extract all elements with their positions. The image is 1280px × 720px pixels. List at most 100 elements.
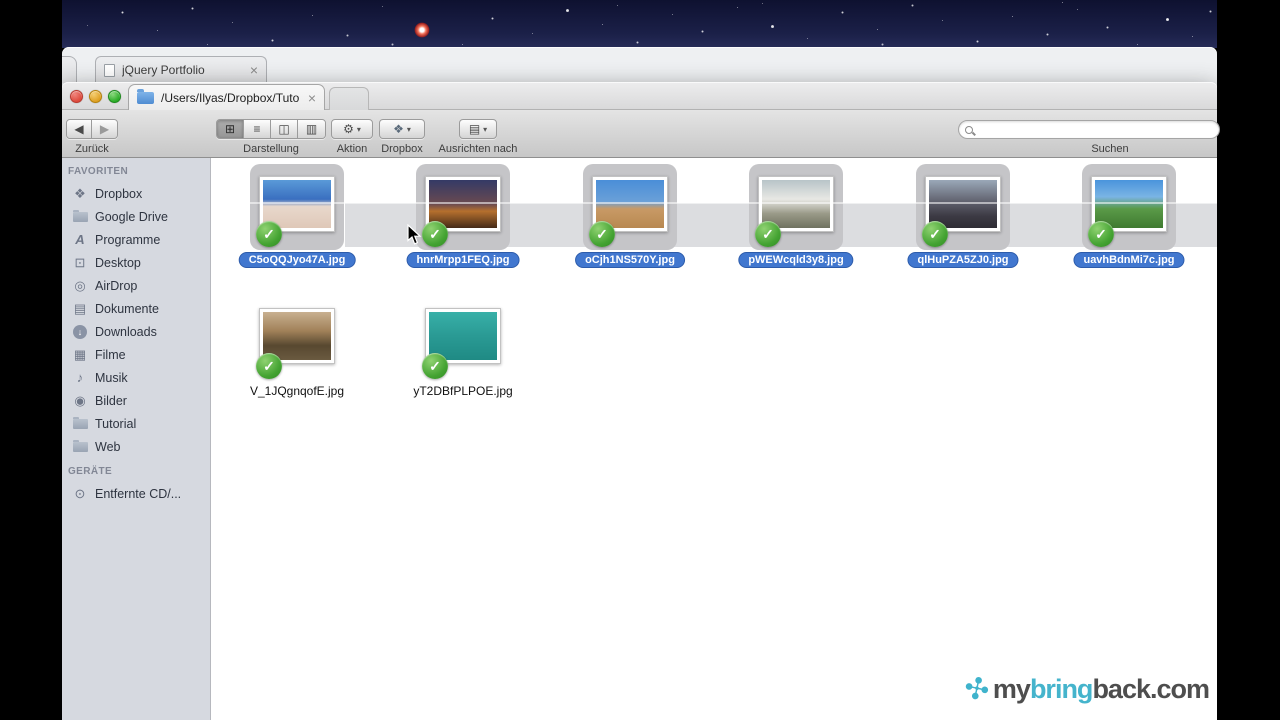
pictures-icon: ◉: [74, 393, 86, 408]
dropbox-button[interactable]: ❖ ▾: [379, 119, 425, 139]
column-view-button[interactable]: ◫: [271, 120, 298, 138]
file-item[interactable]: ✓ yT2DBfPLPOE.jpg: [413, 296, 513, 408]
browser-tab-title: jQuery Portfolio: [122, 63, 205, 77]
chevron-down-icon: ▾: [356, 124, 361, 134]
file-browser-area[interactable]: ✓ C5oQQJyo47A.jpg ✓ hnrMrpp1FEQ.jpg ✓ oC…: [211, 158, 1217, 720]
coverflow-view-button[interactable]: ▥: [298, 120, 325, 138]
red-star: [413, 21, 431, 39]
file-name-label: C5oQQJyo47A.jpg: [238, 252, 356, 268]
music-icon: ♪: [76, 370, 84, 385]
browser-tab-stub[interactable]: [62, 56, 77, 83]
check-icon: ✓: [762, 225, 774, 242]
file-name-label: V_1JQgnqofE.jpg: [249, 384, 345, 398]
chevron-down-icon: ▾: [483, 124, 488, 134]
file-item[interactable]: ✓ hnrMrpp1FEQ.jpg: [406, 164, 520, 276]
sidebar-item-entfernte-cd[interactable]: ⊙ Entfernte CD/...: [62, 482, 210, 505]
sidebar-item-dokumente[interactable]: ▤ Dokumente: [62, 297, 210, 320]
dropbox-synced-badge: ✓: [256, 353, 282, 379]
downloads-icon: ↓: [73, 324, 87, 339]
file-item[interactable]: ✓ uavhBdnMi7c.jpg: [1073, 164, 1185, 276]
dropbox-icon: ❖: [393, 122, 404, 136]
applications-icon: A: [75, 232, 85, 247]
favorites-header: FAVORITEN: [68, 166, 129, 177]
back-button[interactable]: ◀: [67, 120, 92, 138]
finder-tab[interactable]: /Users/Ilyas/Dropbox/Tuto ×: [128, 84, 325, 110]
file-item[interactable]: ✓ qlHuPZA5ZJ0.jpg: [907, 164, 1019, 276]
documents-icon: ▤: [73, 301, 87, 316]
file-item[interactable]: ✓ oCjh1NS570Y.jpg: [575, 164, 685, 276]
page-icon: [104, 63, 115, 77]
arrange-button[interactable]: ▤ ▾: [459, 119, 497, 139]
check-icon: ✓: [429, 357, 441, 374]
view-label: Darstellung: [243, 143, 299, 155]
screen: jQuery Portfolio × /Users/Ilyas/Dropbox/…: [0, 0, 1280, 720]
browser-tab[interactable]: jQuery Portfolio ×: [95, 56, 267, 83]
sidebar-item-airdrop[interactable]: ◎ AirDrop: [62, 274, 210, 297]
file-item[interactable]: ✓ C5oQQJyo47A.jpg: [238, 164, 356, 276]
check-icon: ✓: [263, 357, 275, 374]
sidebar-item-tutorial[interactable]: Tutorial: [62, 412, 210, 435]
finder-tab-close-icon[interactable]: ×: [308, 91, 316, 105]
sidebar-item-desktop[interactable]: ⊡ Desktop: [62, 251, 210, 274]
zoom-window-button[interactable]: [108, 90, 121, 103]
artifact-line: [211, 202, 1217, 204]
movies-icon: ▦: [73, 347, 87, 362]
sidebar: FAVORITEN ❖ Dropbox Google Drive A Progr…: [62, 158, 211, 720]
check-icon: ✓: [929, 225, 941, 242]
minimize-window-button[interactable]: [89, 90, 102, 103]
action-button[interactable]: ⚙ ▾: [331, 119, 373, 139]
action-label: Aktion: [336, 143, 368, 155]
watermark-text: mybringback.com: [992, 674, 1210, 704]
desktop-icon: ⊡: [74, 255, 86, 270]
icon-view-button[interactable]: ⊞: [217, 120, 244, 138]
sidebar-item-filme[interactable]: ▦ Filme: [62, 343, 210, 366]
file-item[interactable]: ✓ pWEWcqld3y8.jpg: [738, 164, 854, 276]
dropbox-icon: ❖: [74, 186, 86, 201]
check-icon: ✓: [596, 225, 608, 242]
finder-tab-title: /Users/Ilyas/Dropbox/Tuto: [161, 90, 300, 105]
dropbox-synced-badge: ✓: [256, 221, 282, 247]
sidebar-item-downloads[interactable]: ↓ Downloads: [62, 320, 210, 343]
mouse-cursor: [407, 224, 422, 245]
sidebar-item-musik[interactable]: ♪ Musik: [62, 366, 210, 389]
sidebar-item-dropbox[interactable]: ❖ Dropbox: [62, 182, 210, 205]
file-name-label: pWEWcqld3y8.jpg: [738, 252, 854, 268]
pinwheel-icon: ✣: [960, 670, 993, 708]
browser-tab-close-icon[interactable]: ×: [250, 63, 258, 77]
finder-toolbar: ◀ ▶ Zurück ⊞ ≡ ◫ ▥ Darstellung ⚙ ▾ Aktio…: [62, 110, 1220, 158]
search-input[interactable]: [977, 121, 1213, 138]
finder-window: /Users/Ilyas/Dropbox/Tuto × ◀ ▶ Zurück ⊞…: [62, 82, 1220, 720]
devices-header: GERÄTE: [68, 466, 113, 477]
dropbox-synced-badge: ✓: [422, 353, 448, 379]
file-name-label: hnrMrpp1FEQ.jpg: [406, 252, 520, 268]
close-window-button[interactable]: [70, 90, 83, 103]
sidebar-item-bilder[interactable]: ◉ Bilder: [62, 389, 210, 412]
forward-button[interactable]: ▶: [92, 120, 117, 138]
folder-icon: [72, 416, 88, 429]
finder-tab-bar: /Users/Ilyas/Dropbox/Tuto ×: [62, 82, 1217, 110]
disc-icon: ⊙: [74, 486, 86, 501]
list-view-button[interactable]: ≡: [244, 120, 271, 138]
arrange-label: Ausrichten nach: [438, 143, 518, 155]
back-label: Zurück: [75, 143, 109, 155]
dropbox-synced-badge: ✓: [1088, 221, 1114, 247]
airdrop-icon: ◎: [74, 278, 86, 293]
sidebar-item-google-drive[interactable]: Google Drive: [62, 205, 210, 228]
arrange-icon: ▤: [468, 122, 481, 136]
check-icon: ✓: [1095, 225, 1107, 242]
finder-body: FAVORITEN ❖ Dropbox Google Drive A Progr…: [62, 158, 1217, 720]
file-name-label: yT2DBfPLPOE.jpg: [413, 384, 513, 398]
search-icon: [965, 125, 973, 134]
check-icon: ✓: [263, 225, 275, 242]
sidebar-item-programme[interactable]: A Programme: [62, 228, 210, 251]
new-tab-button[interactable]: [329, 87, 369, 110]
search-label: Suchen: [1091, 143, 1129, 155]
dropbox-synced-badge: ✓: [922, 221, 948, 247]
file-name-label: oCjh1NS570Y.jpg: [575, 252, 685, 268]
search-field[interactable]: [958, 120, 1220, 139]
desktop-wallpaper: [62, 0, 1217, 48]
sidebar-item-web[interactable]: Web: [62, 435, 210, 458]
gear-icon: ⚙: [343, 122, 354, 136]
folder-icon: [72, 439, 88, 452]
file-item[interactable]: ✓ V_1JQgnqofE.jpg: [250, 296, 344, 408]
